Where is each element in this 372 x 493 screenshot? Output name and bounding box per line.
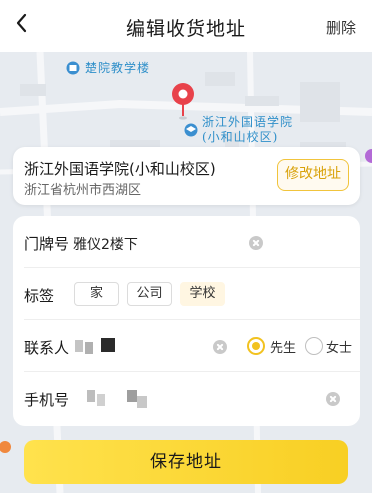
gender-label-male[interactable]: 先生 xyxy=(270,337,296,356)
page-title: 编辑收货地址 xyxy=(125,18,246,40)
header-bar: 编辑收货地址 删除 xyxy=(0,0,372,52)
address-form: 门牌号 雅仪2楼下 标签 家 公司 学校 联系人 先生 女士 手机号 xyxy=(13,216,360,426)
location-address: 浙江省杭州市西湖区 xyxy=(24,183,142,198)
contact-label: 联系人 xyxy=(24,339,70,357)
location-pin-icon xyxy=(172,83,194,120)
tag-school[interactable]: 学校 xyxy=(180,282,225,306)
tag-home[interactable]: 家 xyxy=(74,282,119,306)
poi-label-school-name: 浙江外国语学院 xyxy=(202,115,294,129)
phone-input[interactable] xyxy=(73,388,253,408)
clear-icon[interactable] xyxy=(213,340,227,354)
redacted-phone xyxy=(127,390,137,402)
phone-label: 手机号 xyxy=(24,391,70,409)
save-address-button[interactable]: 保存地址 xyxy=(24,440,348,484)
redacted-phone xyxy=(87,390,95,402)
map-marker-icon-2 xyxy=(0,441,11,453)
contact-row: 联系人 先生 女士 xyxy=(13,320,360,372)
tag-row: 标签 家 公司 学校 xyxy=(13,268,360,320)
clear-icon[interactable] xyxy=(249,236,263,250)
redacted-name xyxy=(75,340,83,352)
modify-address-button[interactable]: 修改地址 xyxy=(277,159,349,191)
poi-label-teaching-building: 楚院教学楼 xyxy=(85,61,151,75)
redacted-name xyxy=(85,342,93,354)
location-name: 浙江外国语学院(小和山校区) xyxy=(24,160,216,178)
contact-name-input[interactable] xyxy=(73,336,203,356)
gender-radio-male[interactable] xyxy=(247,337,265,355)
map-marker-icon xyxy=(365,149,372,163)
delete-button[interactable]: 删除 xyxy=(326,17,356,38)
redacted-phone xyxy=(97,394,105,406)
door-number-label: 门牌号 xyxy=(24,235,70,253)
location-card: 浙江外国语学院(小和山校区) 浙江省杭州市西湖区 修改地址 xyxy=(13,147,360,205)
door-number-row: 门牌号 雅仪2楼下 xyxy=(13,216,360,268)
phone-row: 手机号 xyxy=(13,372,360,424)
gender-radio-female[interactable] xyxy=(305,337,323,355)
redacted-phone xyxy=(137,396,147,408)
tag-company[interactable]: 公司 xyxy=(127,282,172,306)
gender-label-female[interactable]: 女士 xyxy=(326,337,352,356)
poi-label-school-campus: (小和山校区) xyxy=(202,130,279,144)
clear-icon[interactable] xyxy=(326,392,340,406)
tag-label: 标签 xyxy=(24,287,55,305)
redacted-name xyxy=(101,338,115,352)
door-number-input[interactable]: 雅仪2楼下 xyxy=(73,234,243,254)
